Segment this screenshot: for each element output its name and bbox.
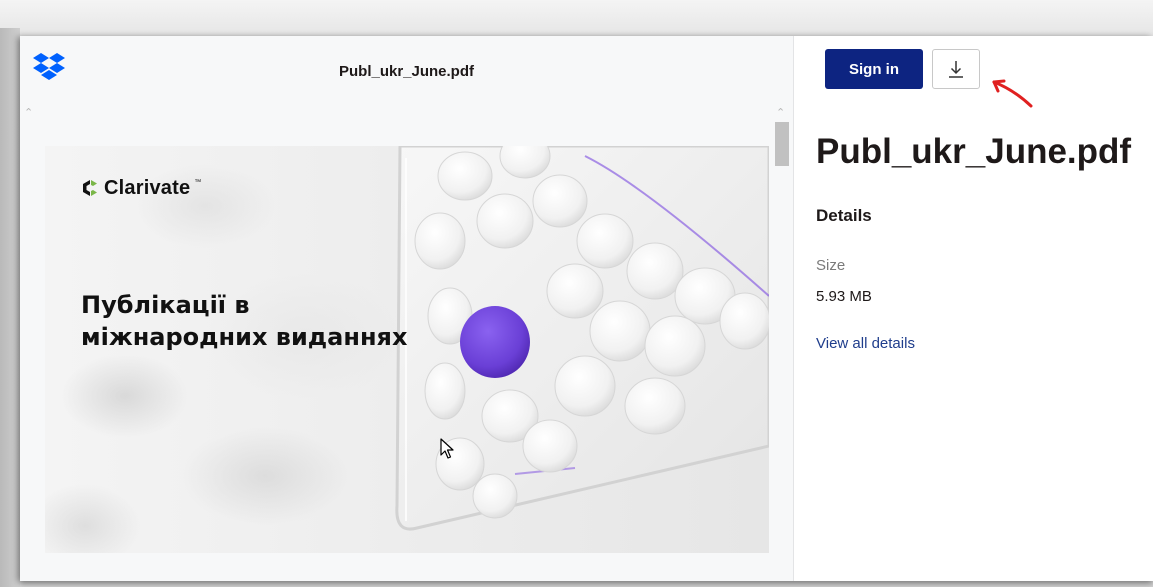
- download-icon: [949, 61, 963, 78]
- headline-line-2: міжнародних виданнях: [81, 323, 408, 351]
- scrollbar-up-chevron-icon[interactable]: ⌃: [776, 108, 786, 119]
- mouse-pointer-icon: [440, 438, 454, 459]
- file-name-heading: Publ_ukr_June.pdf: [816, 132, 1132, 171]
- pdf-headline: Публікації в міжнародних виданнях: [81, 289, 501, 353]
- clarivate-mark-icon: [83, 180, 97, 196]
- view-all-details-link[interactable]: View all details: [816, 335, 915, 352]
- size-value: 5.93 MB: [816, 288, 872, 305]
- details-heading: Details: [816, 206, 872, 225]
- dropbox-preview-window: Publ_ukr_June.pdf ⌃ ⌃ Clarivate ™ Публік…: [20, 36, 1153, 581]
- clarivate-logo: Clarivate ™: [80, 176, 201, 200]
- download-button[interactable]: [932, 49, 980, 89]
- pdf-page-preview: Clarivate ™ Публікації в міжнародних вид…: [45, 146, 769, 553]
- file-info-panel: Sign in Publ_ukr_June.pdf Details Size 5…: [794, 36, 1153, 581]
- file-viewer-pane: Publ_ukr_June.pdf ⌃ ⌃ Clarivate ™ Публік…: [20, 36, 794, 581]
- size-label: Size: [816, 257, 846, 274]
- window-left-frame: [0, 28, 20, 587]
- trademark-mark: ™: [194, 179, 202, 186]
- file-title: Publ_ukr_June.pdf: [338, 63, 475, 80]
- clarivate-wordmark: Clarivate: [104, 176, 191, 199]
- headline-line-1: Публікації в: [81, 291, 250, 319]
- sign-in-button[interactable]: Sign in: [825, 49, 923, 89]
- red-arrow-annotation: [992, 79, 1033, 108]
- scrollbar-thumb[interactable]: [775, 122, 789, 166]
- viewer-header: Publ_ukr_June.pdf: [20, 36, 793, 104]
- desktop-top-strip: [0, 0, 1153, 36]
- chevron-up-icon[interactable]: ⌃: [24, 108, 34, 119]
